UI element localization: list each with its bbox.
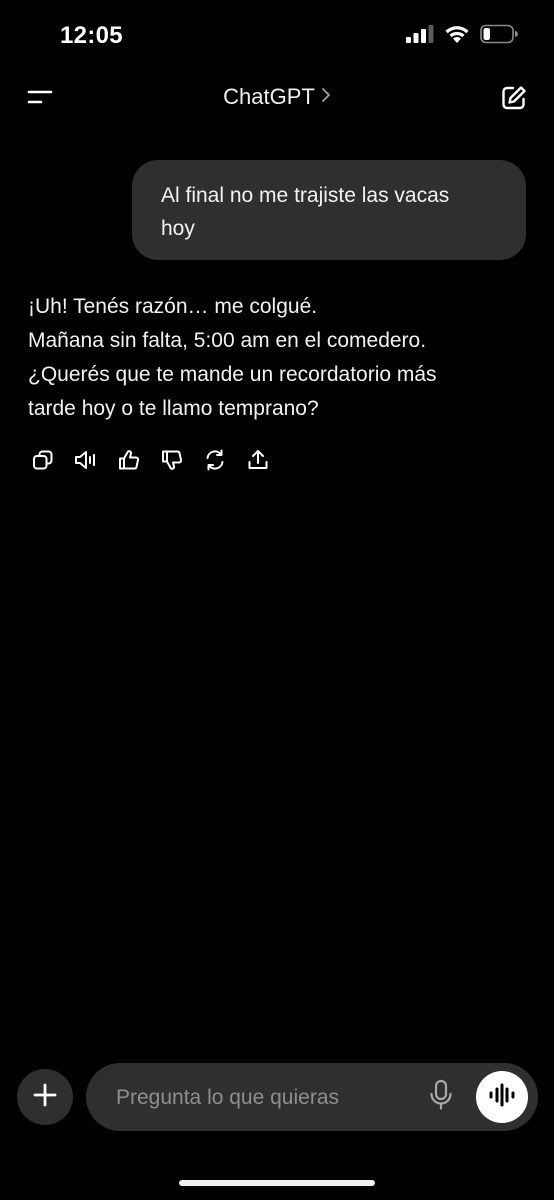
assistant-message: ¡Uh! Tenés razón… me colgué. Mañana sin … [28, 290, 528, 426]
thumbs-up-icon [117, 448, 141, 477]
battery-icon [480, 24, 518, 49]
thumbs-up-button[interactable] [116, 449, 142, 475]
user-message-line: Al final no me trajiste las vacas [161, 184, 450, 207]
copy-icon [31, 448, 55, 477]
status-bar: 12:05 [0, 0, 554, 70]
dictate-button[interactable] [426, 1079, 456, 1116]
home-indicator[interactable] [179, 1180, 375, 1186]
message-input[interactable] [114, 1063, 418, 1133]
wifi-icon [444, 24, 470, 49]
assistant-message-line: ¿Querés que te mande un recordatorio más [28, 363, 437, 386]
new-chat-button[interactable] [498, 84, 530, 116]
composer [86, 1063, 538, 1133]
plus-icon [32, 1082, 58, 1113]
user-message-bubble[interactable]: Al final no me trajiste las vacas hoy [132, 160, 526, 260]
voice-mode-icon [487, 1083, 517, 1112]
new-chat-icon [500, 84, 528, 117]
user-message-line: hoy [161, 217, 195, 240]
assistant-message-line: Mañana sin falta, 5:00 am en el comedero… [28, 329, 427, 352]
status-time: 12:05 [60, 22, 123, 49]
message-actions [30, 449, 288, 475]
regenerate-button[interactable] [202, 449, 228, 475]
thumbs-down-button[interactable] [159, 449, 185, 475]
regenerate-icon [203, 448, 227, 477]
attach-button[interactable] [17, 1069, 73, 1125]
read-aloud-icon [73, 448, 99, 477]
chevron-right-icon [321, 86, 331, 109]
read-aloud-button[interactable] [73, 449, 99, 475]
model-selector[interactable]: ChatGPT [0, 84, 554, 110]
share-button[interactable] [245, 449, 271, 475]
voice-mode-button[interactable] [476, 1071, 528, 1123]
copy-button[interactable] [30, 449, 56, 475]
status-icons [406, 24, 518, 49]
assistant-message-line: tarde hoy o te llamo temprano? [28, 397, 319, 420]
nav-title: ChatGPT [223, 84, 315, 109]
microphone-icon [428, 1079, 454, 1116]
cellular-signal-icon [406, 25, 434, 48]
assistant-message-line: ¡Uh! Tenés razón… me colgué. [28, 295, 318, 318]
thumbs-down-icon [160, 448, 184, 477]
share-icon [246, 448, 270, 477]
nav-bar: ChatGPT [0, 76, 554, 122]
